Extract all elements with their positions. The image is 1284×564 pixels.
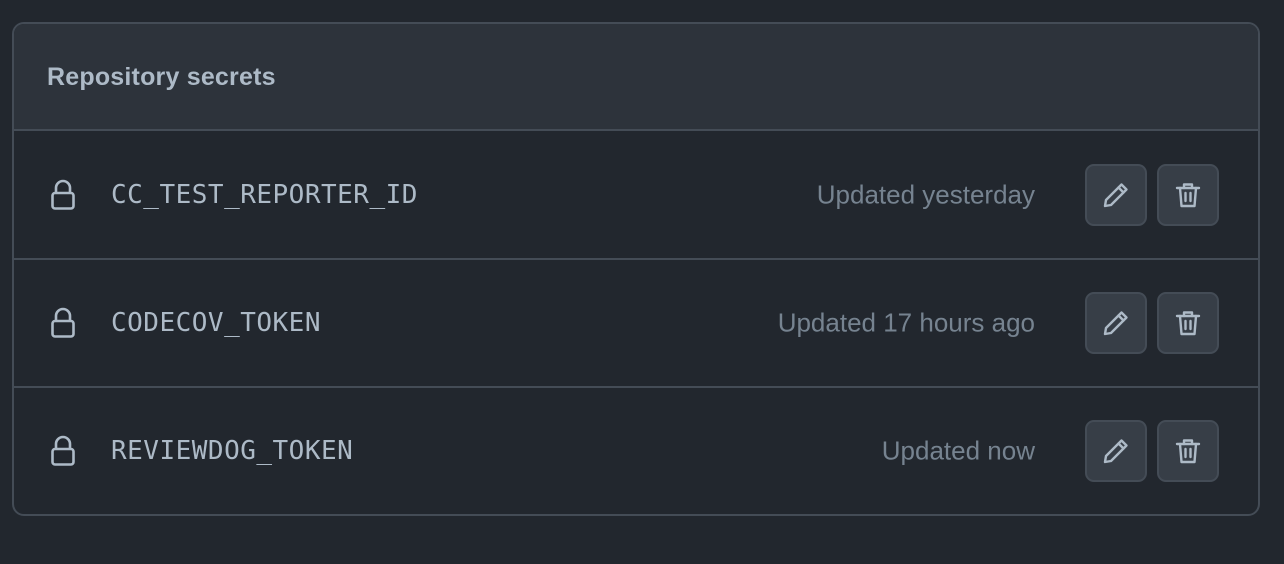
pencil-icon: [1101, 308, 1131, 338]
pencil-icon: [1101, 436, 1131, 466]
delete-secret-button[interactable]: [1157, 420, 1219, 482]
secret-name: CC_TEST_REPORTER_ID: [111, 179, 418, 210]
secret-row: REVIEWDOG_TOKEN Updated now: [14, 386, 1258, 514]
secret-name: REVIEWDOG_TOKEN: [111, 436, 354, 466]
delete-secret-button[interactable]: [1157, 163, 1219, 226]
trash-icon: [1173, 308, 1203, 338]
secrets-list: CC_TEST_REPORTER_ID Updated yesterday CO…: [14, 131, 1258, 514]
repository-secrets-panel: Repository secrets CC_TEST_REPORTER_ID U…: [12, 22, 1260, 516]
delete-secret-button[interactable]: [1157, 292, 1219, 354]
secret-row: CC_TEST_REPORTER_ID Updated yesterday: [14, 131, 1258, 258]
secret-row: CODECOV_TOKEN Updated 17 hours ago: [14, 258, 1258, 386]
lock-icon: [50, 435, 76, 467]
lock-icon: [50, 307, 76, 339]
trash-icon: [1173, 180, 1203, 210]
secret-updated-time: Updated yesterday: [816, 179, 1035, 209]
lock-icon: [50, 179, 76, 211]
secret-updated-time: Updated 17 hours ago: [777, 307, 1035, 338]
secret-name: CODECOV_TOKEN: [111, 308, 321, 338]
panel-header: Repository secrets: [14, 24, 1258, 131]
edit-secret-button[interactable]: [1085, 420, 1147, 482]
panel-title: Repository secrets: [47, 63, 276, 91]
edit-secret-button[interactable]: [1085, 163, 1147, 226]
trash-icon: [1173, 436, 1203, 466]
edit-secret-button[interactable]: [1085, 292, 1147, 354]
pencil-icon: [1101, 180, 1131, 210]
secret-updated-time: Updated now: [881, 435, 1035, 466]
